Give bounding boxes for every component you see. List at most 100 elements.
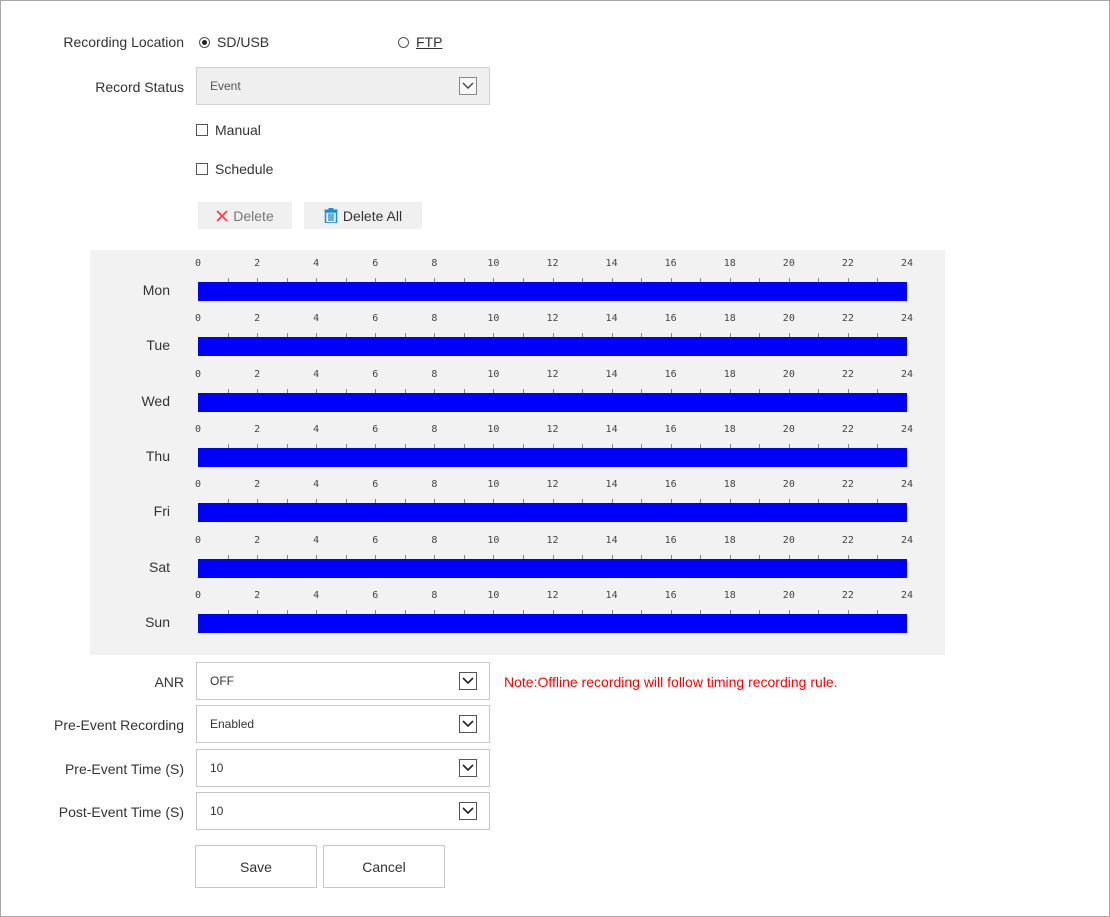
chevron-down-icon: [459, 672, 477, 690]
hour-tick-label: 4: [313, 589, 320, 601]
hour-tick-label: 20: [782, 258, 795, 269]
schedule-checkbox[interactable]: Schedule: [196, 161, 273, 177]
hour-tick-label: 2: [254, 589, 261, 601]
hour-tick-label: 12: [546, 368, 559, 380]
radio-sd-usb[interactable]: SD/USB: [199, 34, 269, 50]
anr-value: OFF: [210, 674, 234, 688]
schedule-bar-fri[interactable]: [198, 503, 907, 523]
hour-tick-label: 22: [841, 258, 854, 269]
hour-tick-label: 12: [546, 479, 559, 491]
hour-tick-label: 0: [194, 479, 202, 491]
hour-tick-label: 14: [605, 423, 618, 435]
hour-tick-label: 18: [723, 534, 736, 546]
anr-select[interactable]: OFF: [196, 662, 490, 700]
delete-button-label: Delete: [233, 207, 274, 224]
schedule-bar-sun[interactable]: [198, 613, 907, 633]
hour-tick-label: 20: [782, 479, 795, 491]
post-event-time-select[interactable]: 10: [196, 792, 490, 830]
hour-tick-label: 2: [254, 479, 261, 491]
save-button[interactable]: Save: [195, 845, 317, 888]
hour-tick-label: 4: [313, 479, 320, 491]
chevron-down-icon: [459, 77, 477, 95]
chevron-down-icon: [459, 802, 477, 820]
hour-tick-label: 24: [900, 368, 914, 380]
hour-tick-label: 22: [841, 589, 854, 601]
hour-tick-label: 12: [546, 313, 559, 325]
post-event-time-label: Post-Event Time (S): [58, 804, 184, 820]
hour-tick-label: 0: [194, 589, 202, 601]
hour-tick-label: 10: [487, 313, 500, 325]
hour-tick-label: 10: [487, 479, 500, 491]
schedule-bar-wed[interactable]: [198, 392, 907, 412]
radio-ftp-dot[interactable]: [398, 36, 409, 48]
pre-event-recording-select[interactable]: Enabled: [196, 705, 490, 743]
schedule-bar-mon[interactable]: [198, 282, 907, 301]
radio-ftp[interactable]: FTP: [398, 34, 442, 50]
delete-all-button[interactable]: Delete All: [304, 202, 422, 229]
hour-tick-label: 18: [723, 423, 736, 435]
hour-tick-label: 12: [546, 423, 559, 435]
hour-tick-label: 4: [313, 534, 320, 546]
hour-tick-label: 16: [664, 368, 677, 380]
pre-event-recording-value: Enabled: [210, 717, 255, 731]
hour-tick-label: 24: [900, 423, 914, 435]
schedule-checkbox-box[interactable]: [196, 163, 208, 175]
post-event-time-value: 10: [210, 804, 224, 818]
pre-event-time-value: 10: [210, 761, 224, 775]
hour-tick-label: 16: [664, 479, 677, 491]
pre-event-recording-label: Pre-Event Recording: [54, 717, 184, 733]
hour-tick-label: 10: [487, 534, 500, 546]
trash-icon: [324, 208, 338, 223]
schedule-bar-sat[interactable]: [198, 558, 907, 578]
manual-checkbox-label: Manual: [215, 122, 261, 138]
hour-tick-label: 8: [431, 313, 438, 325]
manual-checkbox-box[interactable]: [196, 124, 208, 136]
hour-tick-label: 16: [664, 534, 677, 546]
day-label-wed: Wed: [141, 392, 170, 409]
hour-tick-label: 14: [605, 258, 618, 269]
day-label-fri: Fri: [153, 503, 170, 520]
hour-tick-label: 22: [841, 534, 854, 546]
hour-tick-label: 12: [546, 534, 559, 546]
hour-tick-label: 6: [372, 368, 379, 380]
day-label-sun: Sun: [145, 613, 170, 630]
day-label-sat: Sat: [148, 558, 170, 575]
cancel-button[interactable]: Cancel: [323, 845, 445, 888]
manual-checkbox[interactable]: Manual: [196, 122, 261, 138]
hour-tick-label: 4: [313, 313, 320, 325]
hour-tick-label: 20: [782, 534, 795, 546]
hour-tick-label: 24: [900, 589, 914, 601]
hour-tick-label: 6: [372, 258, 379, 269]
hour-tick-label: 24: [900, 479, 914, 491]
hour-tick-label: 10: [487, 589, 500, 601]
day-label-mon: Mon: [142, 282, 170, 298]
record-status-select[interactable]: Event: [196, 67, 490, 105]
hour-tick-label: 4: [313, 368, 320, 380]
chevron-down-icon: [459, 759, 477, 777]
hour-tick-label: 18: [723, 368, 736, 380]
hour-tick-label: 22: [841, 368, 854, 380]
hour-tick-label: 14: [605, 589, 618, 601]
record-status-label: Record Status: [95, 79, 184, 95]
hour-tick-label: 20: [782, 313, 795, 325]
hour-tick-label: 16: [664, 258, 677, 269]
radio-ftp-label: FTP: [416, 34, 443, 50]
hour-tick-label: 2: [254, 423, 261, 435]
hour-tick-label: 16: [664, 589, 677, 601]
hour-tick-label: 0: [194, 258, 202, 269]
radio-sd-usb-dot[interactable]: [199, 36, 210, 48]
anr-label: ANR: [154, 674, 184, 690]
hour-tick-label: 8: [431, 423, 438, 435]
hour-tick-label: 0: [194, 534, 202, 546]
schedule-bar-tue[interactable]: [198, 337, 907, 357]
pre-event-time-select[interactable]: 10: [196, 749, 490, 787]
delete-button[interactable]: Delete: [198, 202, 292, 229]
hour-tick-label: 24: [900, 534, 914, 546]
hour-tick-label: 24: [900, 313, 914, 325]
schedule-bar-thu[interactable]: [198, 447, 907, 467]
hour-tick-label: 6: [372, 423, 379, 435]
chevron-down-icon: [459, 715, 477, 733]
hour-tick-label: 4: [313, 423, 320, 435]
recording-location-label: Recording Location: [63, 34, 184, 50]
day-label-tue: Tue: [146, 337, 170, 354]
